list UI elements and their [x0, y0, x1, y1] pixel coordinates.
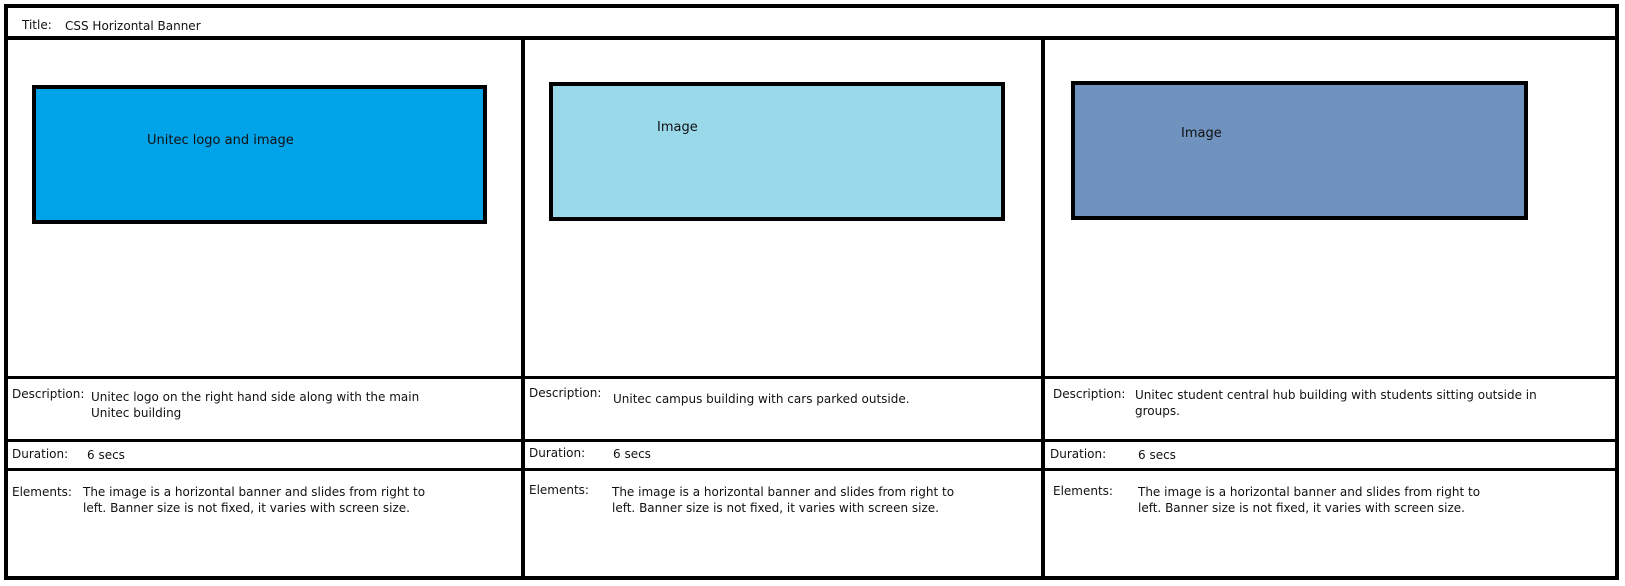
elements-line: left. Banner size is not fixed, it varie… [612, 501, 939, 515]
description-line: Unitec building [91, 406, 182, 420]
title-value: CSS Horizontal Banner [65, 19, 201, 33]
elements-text: The image is a horizontal banner and sli… [612, 484, 954, 516]
storyboard-panel-1: Unitec logo and image Description: Unite… [8, 40, 521, 576]
description-line: Unitec logo on the right hand side along… [91, 390, 420, 404]
storyboard-frame: Title: CSS Horizontal Banner Unitec logo… [4, 4, 1619, 580]
storyboard-panel-2: Image Description: Unitec campus buildin… [525, 40, 1041, 576]
description-label: Description: [1053, 387, 1126, 401]
title-label: Title: [22, 18, 52, 32]
elements-label: Elements: [529, 483, 589, 497]
banner-image-placeholder: Image [1071, 81, 1528, 220]
elements-line: left. Banner size is not fixed, it varie… [83, 501, 410, 515]
description-text: Unitec campus building with cars parked … [613, 391, 910, 407]
elements-label: Elements: [1053, 484, 1113, 498]
duration-value: 6 secs [1138, 448, 1176, 462]
elements-label: Elements: [12, 485, 72, 499]
duration-value: 6 secs [613, 447, 651, 461]
elements-line: The image is a horizontal banner and sli… [612, 485, 955, 499]
elements-line: The image is a horizontal banner and sli… [83, 485, 426, 499]
description-text: Unitec logo on the right hand side along… [91, 389, 419, 421]
title-row: Title: CSS Horizontal Banner [8, 8, 1615, 40]
duration-value: 6 secs [87, 448, 125, 462]
storyboard-panel-3: Image Description: Unitec student centra… [1045, 40, 1615, 576]
banner-image-placeholder: Unitec logo and image [32, 85, 487, 224]
elements-text: The image is a horizontal banner and sli… [1138, 484, 1480, 516]
image-label: Image [1181, 126, 1222, 141]
elements-line: left. Banner size is not fixed, it varie… [1138, 501, 1465, 515]
image-label: Unitec logo and image [147, 133, 294, 148]
description-line: groups. [1135, 404, 1180, 418]
banner-image-placeholder: Image [549, 82, 1005, 221]
description-label: Description: [12, 387, 85, 401]
duration-label: Duration: [529, 446, 586, 460]
duration-label: Duration: [12, 447, 69, 461]
description-line: Unitec campus building with cars parked … [613, 392, 910, 406]
duration-label: Duration: [1050, 447, 1107, 461]
elements-text: The image is a horizontal banner and sli… [83, 484, 425, 516]
elements-line: The image is a horizontal banner and sli… [1138, 485, 1481, 499]
description-text: Unitec student central hub building with… [1135, 387, 1537, 419]
image-label: Image [657, 120, 698, 135]
description-label: Description: [529, 386, 602, 400]
description-line: Unitec student central hub building with… [1135, 388, 1537, 402]
